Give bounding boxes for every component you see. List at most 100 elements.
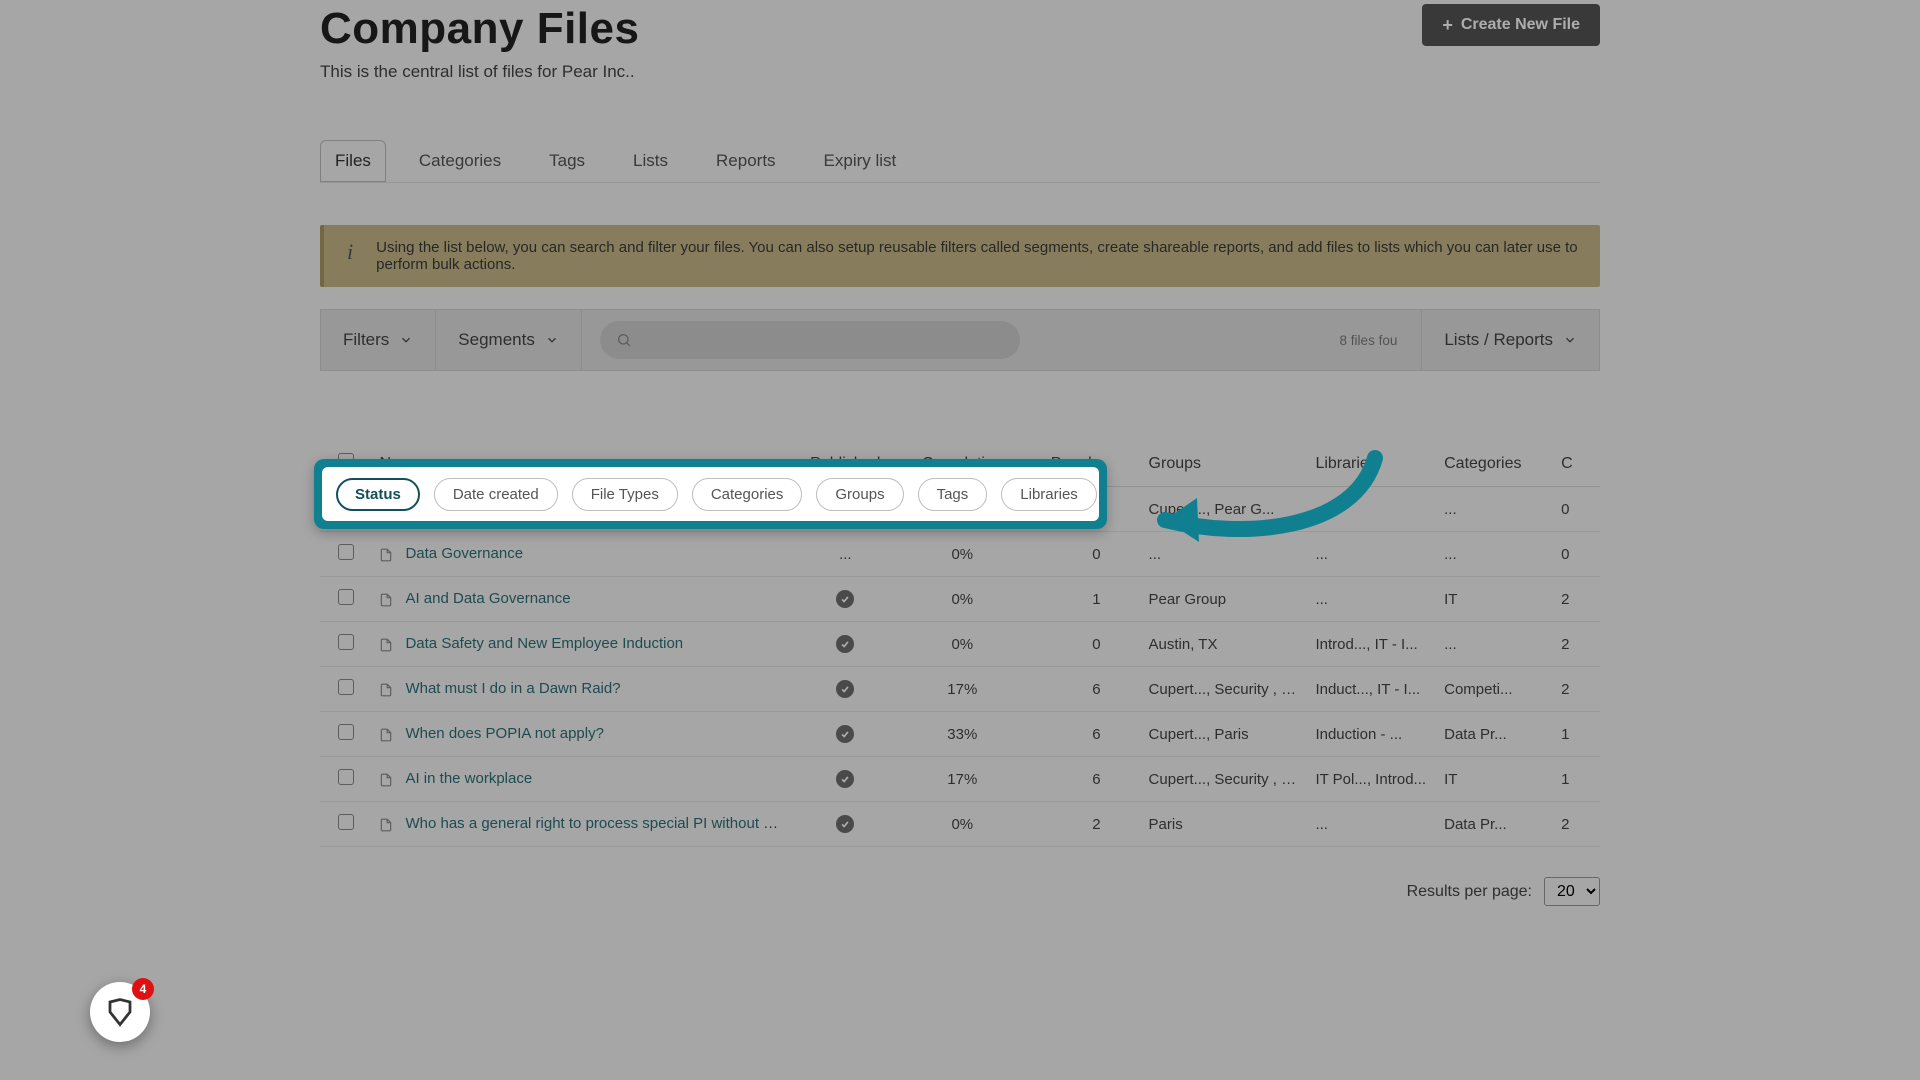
- notification-badge: 4: [132, 978, 154, 1000]
- search-wrap: [582, 321, 1038, 359]
- table-row[interactable]: Data Safety and New Employee Induction 0%…: [320, 622, 1600, 667]
- cell-groups: Paris: [1109, 802, 1308, 847]
- cell-groups: ...: [1109, 532, 1308, 577]
- col-c[interactable]: C: [1553, 441, 1600, 487]
- cell-people: 2: [1027, 802, 1109, 847]
- cell-libraries: IT Pol..., Introd...: [1307, 757, 1436, 802]
- cell-groups: Cupert..., Security , and 2 more: [1109, 667, 1308, 712]
- table-row[interactable]: AI in the workplace17%6Cupert..., Securi…: [320, 757, 1600, 802]
- file-icon: [379, 727, 395, 743]
- cell-completion: 17%: [898, 757, 1027, 802]
- info-banner: i Using the list below, you can search a…: [320, 225, 1600, 287]
- cell-categories: ...: [1436, 532, 1553, 577]
- tab-tags[interactable]: Tags: [534, 140, 600, 182]
- file-name-link[interactable]: Data Safety and New Employee Induction: [405, 635, 683, 652]
- info-icon: i: [342, 239, 358, 265]
- results-per-page-select[interactable]: 20: [1544, 877, 1600, 906]
- chip-status[interactable]: Status: [336, 478, 420, 511]
- plus-icon: +: [1442, 16, 1453, 34]
- published-empty: ...: [839, 546, 852, 563]
- cell-groups: Pear Group: [1109, 577, 1308, 622]
- cell-libraries: ...: [1307, 532, 1436, 577]
- row-checkbox[interactable]: [338, 814, 354, 830]
- file-icon: [379, 772, 395, 788]
- chip-groups[interactable]: Groups: [816, 478, 903, 511]
- cell-categories: Data Pr...: [1436, 712, 1553, 757]
- cell-people: 0: [1027, 622, 1109, 667]
- cell-groups: Cupert..., Security , and 1 more: [1109, 757, 1308, 802]
- col-categories[interactable]: Categories: [1436, 441, 1553, 487]
- cell-people: 6: [1027, 712, 1109, 757]
- chip-file-types[interactable]: File Types: [572, 478, 678, 511]
- help-widget[interactable]: 4: [90, 982, 150, 1042]
- cell-people: 6: [1027, 667, 1109, 712]
- file-icon: [379, 682, 395, 698]
- file-name-link[interactable]: AI and Data Governance: [405, 590, 570, 607]
- file-name-link[interactable]: Data Governance: [405, 545, 523, 562]
- create-new-file-button[interactable]: + Create New File: [1422, 4, 1600, 46]
- table-row[interactable]: Who has a general right to process speci…: [320, 802, 1600, 847]
- cell-libraries: ...: [1307, 802, 1436, 847]
- toolbar: Filters Segments 8 files fou Lists / Rep…: [320, 309, 1600, 371]
- cell-categories: Competi...: [1436, 667, 1553, 712]
- tab-files[interactable]: Files: [320, 140, 386, 182]
- cell-groups: Cupert..., Paris: [1109, 712, 1308, 757]
- cell-libraries: ...: [1307, 577, 1436, 622]
- filter-chips-highlight: Status Date created File Types Categorie…: [314, 459, 1107, 529]
- chip-categories[interactable]: Categories: [692, 478, 803, 511]
- cell-c: 2: [1553, 667, 1600, 712]
- tab-categories[interactable]: Categories: [404, 140, 516, 182]
- tab-expiry-list[interactable]: Expiry list: [809, 140, 912, 182]
- chip-date-created[interactable]: Date created: [434, 478, 558, 511]
- published-icon: [836, 725, 854, 743]
- filters-label: Filters: [343, 330, 389, 350]
- file-name-link[interactable]: When does POPIA not apply?: [405, 725, 603, 742]
- results-count: 8 files fou: [1340, 333, 1422, 348]
- file-icon: [379, 547, 395, 563]
- cell-categories: IT: [1436, 577, 1553, 622]
- row-checkbox[interactable]: [338, 544, 354, 560]
- row-checkbox[interactable]: [338, 724, 354, 740]
- row-checkbox[interactable]: [338, 589, 354, 605]
- cell-people: 0: [1027, 532, 1109, 577]
- col-libraries[interactable]: Libraries: [1307, 441, 1436, 487]
- cell-groups: Austin, TX: [1109, 622, 1308, 667]
- cell-completion: 17%: [898, 667, 1027, 712]
- file-icon: [379, 592, 395, 608]
- chip-tags[interactable]: Tags: [918, 478, 988, 511]
- tab-lists[interactable]: Lists: [618, 140, 683, 182]
- file-name-link[interactable]: AI in the workplace: [405, 770, 532, 787]
- tab-reports[interactable]: Reports: [701, 140, 791, 182]
- table-row[interactable]: What must I do in a Dawn Raid? 17%6Cupert…: [320, 667, 1600, 712]
- lists-reports-dropdown[interactable]: Lists / Reports: [1421, 310, 1599, 370]
- file-icon: [379, 637, 395, 653]
- chip-libraries[interactable]: Libraries: [1001, 478, 1097, 511]
- row-checkbox[interactable]: [338, 679, 354, 695]
- cell-c: 2: [1553, 622, 1600, 667]
- cell-libraries: ...: [1307, 487, 1436, 532]
- filters-dropdown[interactable]: Filters: [321, 310, 436, 370]
- row-checkbox[interactable]: [338, 769, 354, 785]
- table-row[interactable]: When does POPIA not apply?33%6Cupert...,…: [320, 712, 1600, 757]
- cell-categories: IT: [1436, 757, 1553, 802]
- cell-completion: 0%: [898, 622, 1027, 667]
- results-per-page-label: Results per page:: [1407, 883, 1532, 901]
- pagination: Results per page: 20: [320, 877, 1600, 906]
- search-input[interactable]: [600, 321, 1020, 359]
- lists-reports-label: Lists / Reports: [1444, 330, 1553, 350]
- segments-dropdown[interactable]: Segments: [436, 310, 582, 370]
- file-name-link[interactable]: Who has a general right to process speci…: [405, 815, 792, 832]
- table-row[interactable]: Data Governance...0%0.........0: [320, 532, 1600, 577]
- published-icon: [836, 815, 854, 833]
- published-icon: [836, 680, 854, 698]
- file-icon: [379, 817, 395, 833]
- segments-label: Segments: [458, 330, 535, 350]
- cell-c: 1: [1553, 712, 1600, 757]
- cell-groups: Cupert..., Pear G...: [1109, 487, 1308, 532]
- cell-categories: ...: [1436, 487, 1553, 532]
- col-groups[interactable]: Groups: [1109, 441, 1308, 487]
- cell-c: 2: [1553, 577, 1600, 622]
- row-checkbox[interactable]: [338, 634, 354, 650]
- table-row[interactable]: AI and Data Governance0%1Pear Group...IT…: [320, 577, 1600, 622]
- file-name-link[interactable]: What must I do in a Dawn Raid?: [405, 680, 620, 697]
